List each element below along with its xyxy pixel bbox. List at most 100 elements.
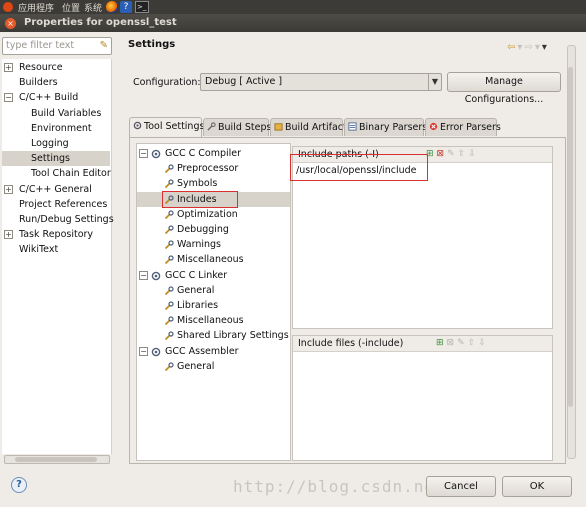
ubuntu-logo-icon[interactable] [3,2,13,12]
menu-system[interactable]: 系统 [84,1,102,14]
chevron-down-icon[interactable]: ▼ [428,74,441,90]
tab-build-steps[interactable]: Build Steps [203,118,271,136]
option-category-icon [164,362,174,371]
manage-configurations-button[interactable]: Manage Configurations... [447,72,561,105]
tool-tree-label: Shared Library Settings [177,330,289,342]
artifact-icon [274,123,283,131]
tool-tree-item-warnings[interactable]: Warnings [137,237,290,252]
back-arrow-icon[interactable]: ⇦ [507,42,517,53]
tool-tree-label: Debugging [177,224,229,235]
tool-tree-item-optimization[interactable]: Optimization [137,207,290,222]
tool-tree-item-libraries[interactable]: Libraries [137,298,290,313]
move-up-icon[interactable]: ⇧ [458,149,469,159]
sidebar-item-label: Settings [31,153,70,165]
sidebar-item-c-c-build[interactable]: − C/C++ Build [2,90,110,105]
configuration-label: Configuration: [133,77,201,88]
option-category-icon [164,164,174,174]
move-down-icon[interactable]: ⇩ [478,338,489,348]
tool-tree-item-gcc-assembler[interactable]: − GCC Assembler [137,344,290,359]
sidebar-item-label: WikiText [19,244,59,256]
sidebar-item-project-references[interactable]: Project References [2,197,110,212]
tool-tree-item-shared-library-settings[interactable]: Shared Library Settings [137,328,290,343]
delete-icon[interactable]: ⊠ [447,338,458,348]
clear-filter-icon[interactable]: ✎ [100,40,108,51]
tool-tree-label: Libraries [177,300,219,311]
collapse-icon[interactable]: − [139,346,148,356]
tool-tree-label: Miscellaneous [177,254,244,266]
menu-applications[interactable]: 应用程序 [18,1,54,14]
terminal-icon[interactable]: >_ [135,1,149,13]
move-up-icon[interactable]: ⇧ [468,338,479,348]
configuration-select[interactable]: Debug [ Active ] ▼ [200,73,442,91]
tool-tree-item-symbols[interactable]: Symbols [137,176,290,191]
sidebar-item-c-c-general[interactable]: + C/C++ General [2,182,110,197]
include-files-title: Include files (-include) [298,338,404,349]
sidebar-item-wikitext[interactable]: WikiText [2,242,110,257]
expand-icon[interactable]: + [4,184,13,194]
tab-tool-settings[interactable]: Tool Settings [129,117,204,137]
delete-icon[interactable]: ⊠ [437,149,448,159]
include-paths-toolbar: ⊞⊠✎⇧⇩ [426,149,479,159]
sidebar-item-logging[interactable]: Logging [2,136,110,151]
sidebar-item-label: C/C++ General [19,183,92,195]
move-down-icon[interactable]: ⇩ [468,149,479,159]
option-category-icon [164,225,174,235]
main-vscrollbar[interactable] [567,37,576,467]
view-menu-icon[interactable]: ▾ [542,42,549,53]
ok-button[interactable]: OK [502,476,572,497]
tab-error-parsers[interactable]: Error Parsers [425,118,501,136]
tool-tree-item-debugging[interactable]: Debugging [137,222,290,237]
collapse-icon[interactable]: − [4,93,13,103]
expand-icon[interactable]: + [4,230,13,240]
sidebar-item-resource[interactable]: + Resource [2,60,110,75]
page-title: Settings [128,39,176,50]
sidebar-item-label: Environment [31,122,92,134]
sidebar-hscrollbar[interactable] [4,455,110,464]
close-icon[interactable]: × [5,18,16,29]
sidebar-item-build-variables[interactable]: Build Variables [2,106,110,121]
collapse-icon[interactable]: − [139,149,148,158]
tool-tree-item-miscellaneous[interactable]: Miscellaneous [137,252,290,267]
forward-dropdown-icon[interactable]: ▾ [535,42,542,53]
tool-tree-label: Symbols [177,178,218,190]
edit-icon[interactable]: ✎ [447,149,458,159]
sidebar-item-task-repository[interactable]: + Task Repository [2,227,110,242]
sidebar-item-run-debug-settings[interactable]: Run/Debug Settings [2,212,114,227]
cancel-button[interactable]: Cancel [426,476,496,497]
highlight-include-path [290,154,428,181]
firefox-icon[interactable] [106,1,118,13]
tool-tree-label: GCC C Compiler [165,148,242,159]
sidebar-item-environment[interactable]: Environment [2,121,110,136]
tool-tree-item-preprocessor[interactable]: Preprocessor [137,161,290,176]
sidebar-item-builders[interactable]: Builders [2,75,110,90]
tab-build-artifact[interactable]: Build Artifact [270,118,347,136]
filter-input[interactable]: type filter text ✎ [2,37,112,55]
include-files-toolbar: ⊞⊠✎⇧⇩ [436,338,489,348]
tool-tree-label: Warnings [177,239,222,251]
tab-binary-parsers[interactable]: Binary Parsers [344,118,427,136]
collapse-icon[interactable]: − [139,270,148,280]
edit-icon[interactable]: ✎ [457,338,468,348]
tool-tree-item-general[interactable]: General [137,283,290,298]
menu-places[interactable]: 位置 [62,1,80,14]
option-category-icon [164,286,174,295]
help-icon[interactable]: ? [11,477,27,493]
tool-tree-label: Miscellaneous [177,315,244,327]
help-launcher-icon[interactable]: ? [120,1,132,13]
forward-arrow-icon[interactable]: ⇨ [524,42,534,53]
tool-tree-item-gcc-c-linker[interactable]: − GCC C Linker [137,268,290,283]
tool-tree-item-miscellaneous[interactable]: Miscellaneous [137,313,290,328]
include-files-panel: Include files (-include) ⊞⊠✎⇧⇩ [292,335,553,461]
option-category-icon [164,179,174,189]
window-titlebar: × Properties for openssl_test [0,14,586,32]
sidebar-tree: + Resource Builders − C/C++ Build Build Varia… [2,59,114,454]
system-menu-bar: 应用程序 位置 系统 ? >_ [0,0,586,14]
sidebar-item-tool-chain-editor[interactable]: Tool Chain Editor [2,166,111,181]
sidebar-item-settings[interactable]: Settings [2,151,110,167]
tool-tree-item-gcc-c-compiler[interactable]: − GCC C Compiler [137,146,290,161]
add-icon[interactable]: ⊞ [436,338,447,348]
tool-tree-label: GCC C Linker [165,269,228,281]
tool-tree-item-general[interactable]: General [137,359,290,374]
expand-icon[interactable]: + [4,63,13,72]
sidebar-item-label: Build Variables [31,107,102,119]
